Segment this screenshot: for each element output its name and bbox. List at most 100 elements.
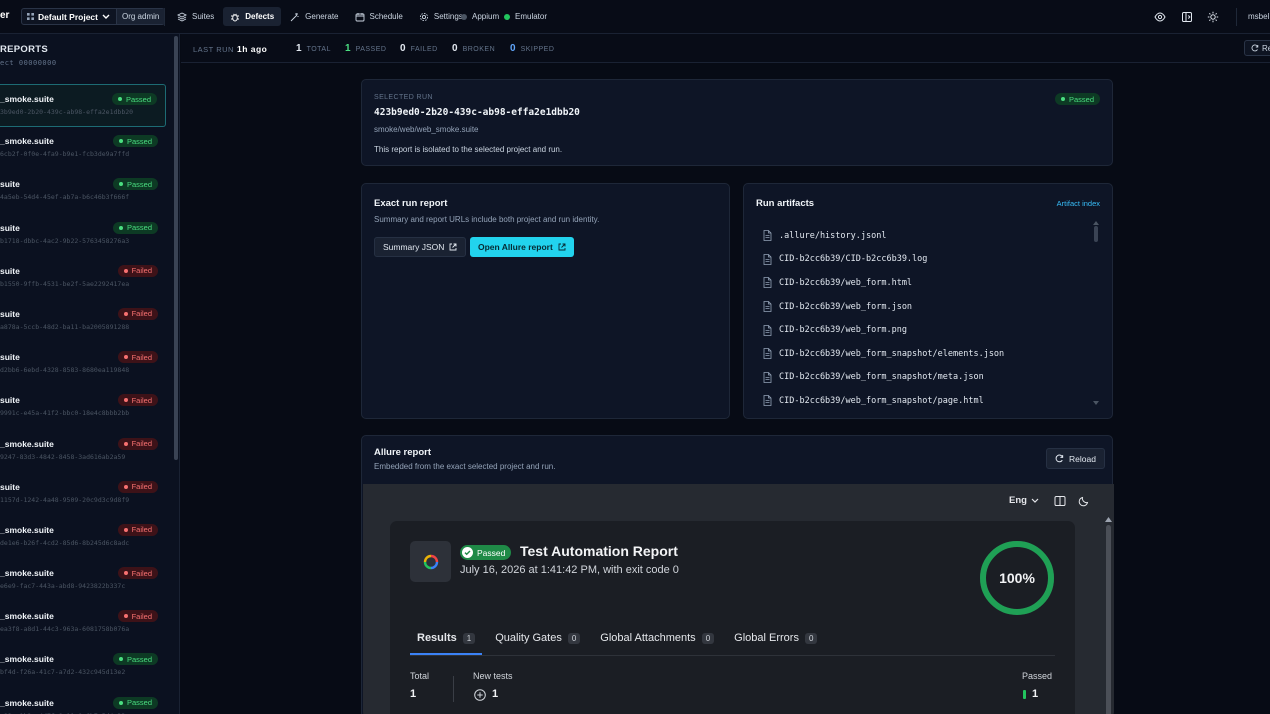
reports-sidebar: REPORTS ect 00000000 _smoke.suite 3b9ed0-… [0, 34, 180, 714]
run-id: ea3f8-a8d1-44c3-963a-6081758b076a [0, 625, 130, 634]
run-id: bf4d-f26a-41c7-a7d2-432c945d13e2 [0, 668, 126, 677]
summary-json-button[interactable]: Summary JSON [374, 237, 467, 257]
nav-suites[interactable]: Suites [170, 7, 221, 26]
run-id: 9247-83d3-4842-8458-3ad616ab2a59 [0, 452, 126, 461]
allure-tab-label: Global Errors [734, 632, 799, 644]
scroll-up-icon[interactable] [1105, 517, 1112, 522]
status-dot [118, 139, 123, 144]
nav-schedule[interactable]: Schedule [348, 7, 410, 26]
status-dot [123, 614, 128, 619]
allure-tab[interactable]: Quality Gates 0 [488, 621, 587, 655]
panel-toggle-icon[interactable] [1181, 11, 1193, 23]
file-icon [763, 230, 772, 242]
allure-tab[interactable]: Global Errors 0 [727, 621, 824, 655]
run-status: Failed [131, 482, 152, 492]
sidebar-scrollbar[interactable] [174, 36, 178, 460]
summary-json-label: Summary JSON [383, 242, 445, 252]
nav-generate[interactable]: Generate [283, 7, 345, 26]
status-dot [118, 700, 123, 705]
status-dot [118, 225, 123, 230]
run-status: Failed [131, 525, 152, 535]
allure-summary-card: Passed Test Automation Report July 16, 2… [390, 521, 1075, 714]
status-appium: Appium [461, 12, 499, 21]
run-suite-name: suite [0, 352, 20, 363]
status-dot [118, 182, 123, 187]
artifact-item[interactable]: CID-b2cc6b39/web_form.png [763, 318, 1004, 342]
selected-run-id: 423b9ed0-2b20-439c-ab98-effa2e1dbb20 [374, 107, 580, 118]
run-suite-name: suite [0, 395, 20, 406]
artifacts-scrollbar[interactable] [1094, 226, 1098, 242]
run-status: Failed [131, 352, 152, 362]
total-label: Total [410, 671, 430, 681]
artifact-item[interactable]: CID-b2cc6b39/web_form.json [763, 295, 1004, 319]
artifact-item[interactable]: CID-b2cc6b39/web_form.html [763, 271, 1004, 295]
allure-tab[interactable]: Results 1 [410, 621, 483, 655]
stat-skipped-label: SKIPPED [520, 46, 555, 53]
allure-tab[interactable]: Global Attachments 0 [593, 621, 721, 655]
run-list-item[interactable]: suite 1157d-1242-4a48-9509-20c9d3c9d8f9 Fa… [0, 473, 166, 516]
run-list-item[interactable]: suite 9991c-e45a-41f2-bbc0-18e4c8bbb2bb Fa… [0, 386, 166, 429]
run-status: Failed [131, 439, 152, 448]
run-list-item[interactable]: suite b1550-9ffb-4531-be2f-5ae2292417ea Fa… [0, 257, 166, 300]
moon-icon[interactable] [1078, 495, 1090, 507]
stat-failed-value: 0 [400, 43, 406, 54]
artifact-name: CID-b2cc6b39/web_form_snapshot/page.html [779, 395, 984, 406]
run-list-item[interactable]: _smoke.suite bf4d-f26a-41c7-a7d2-432c945d… [0, 645, 166, 688]
eye-icon[interactable] [1154, 11, 1166, 23]
run-list-item[interactable]: _smoke.suite de1e6-b26f-4cd2-85d6-8b245d6… [0, 516, 166, 559]
nav-suites-label: Suites [192, 12, 215, 21]
allure-title: Allure report [374, 447, 432, 458]
run-list-item[interactable]: _smoke.suite 9247-83d3-4842-8458-3ad616ab… [0, 430, 166, 473]
run-list-item[interactable]: _smoke.suitec83a-1b2e-4d7f-9e11-0a6b7c5d… [0, 689, 166, 714]
allure-tab-label: Global Attachments [600, 632, 696, 644]
run-status-badge: Failed [117, 351, 158, 364]
allure-report-card: Allure report Embedded from the exact se… [361, 435, 1114, 714]
artifact-index-link[interactable]: Artifact index [1057, 199, 1100, 208]
artifact-item[interactable]: CID-b2cc6b39/CID-b2cc6b39.log [763, 248, 1004, 272]
run-list-item[interactable]: _smoke.suite e6e9-fac7-443a-abd8-9423822b… [0, 559, 166, 602]
artifact-item[interactable]: CID-b2cc6b39/web_form_snapshot/page.html [763, 389, 1004, 413]
language-select[interactable]: Eng [1009, 495, 1039, 506]
run-status: Passed [125, 94, 151, 104]
sun-icon[interactable] [1207, 11, 1219, 23]
run-list-item[interactable]: suite d2bb6-6ebd-4328-8583-8680ea119848 Fa… [0, 343, 166, 386]
artifact-name: CID-b2cc6b39/web_form.html [779, 277, 913, 288]
project-switcher[interactable]: Default Project Org admin [21, 8, 166, 25]
scroll-down-icon[interactable] [1093, 401, 1099, 405]
allure-tab-count: 0 [567, 632, 581, 644]
run-list-item[interactable]: _smoke.suite ea3f8-a8d1-44c3-963a-6081758… [0, 602, 166, 645]
reload-button[interactable]: Reload [1046, 448, 1105, 469]
run-list-item[interactable]: _smoke.suite 6cb2f-0f0e-4fa9-b9e1-fcb3de9… [0, 127, 166, 170]
run-stats-bar: LAST RUN 1h ago 1 TOTAL 1 PASSED 0 FAILED 0B… [181, 34, 1270, 63]
run-id: e6e9-fac7-443a-abd8-9423822b337c [0, 582, 126, 591]
run-list-item[interactable]: suite a878a-5ccb-48d2-ba11-ba2005891288 Fa… [0, 300, 166, 343]
allure-report-title: Test Automation Report [520, 543, 678, 559]
run-list-item[interactable]: _smoke.suite 3b9ed0-2b20-439c-ab98-effa2e… [0, 84, 166, 128]
artifact-item[interactable]: CID-b2cc6b39/web_form_snapshot/elements.… [763, 342, 1004, 366]
run-suite-name: _smoke.suite [0, 697, 54, 708]
status-dot [123, 441, 128, 446]
passed-bar-mark [1023, 690, 1026, 699]
allure-scrollbar[interactable] [1106, 525, 1111, 714]
selected-run-status-badge: Passed [1054, 93, 1100, 105]
layout-columns-icon[interactable] [1054, 495, 1066, 507]
project-select[interactable]: Default Project [22, 9, 116, 24]
run-list-item[interactable]: suite 4a5eb-54d4-45ef-ab7a-b6c46b3f666f Pa… [0, 170, 166, 213]
selected-run-path: smoke/web/web_smoke.suite [374, 125, 479, 134]
selected-run-note: This report is isolated to the selected … [374, 145, 563, 154]
run-id: b1718-dbbc-4ac2-9b22-5763458276a3 [0, 236, 130, 245]
run-list-item[interactable]: suite b1718-dbbc-4ac2-9b22-5763458276a3 Pa… [0, 214, 166, 257]
allure-logo [410, 541, 451, 582]
scroll-up-icon[interactable] [1093, 221, 1099, 225]
run-status-badge: Passed [112, 178, 158, 191]
run-status-badge: Failed [117, 523, 158, 536]
artifact-item[interactable]: .allure/history.jsonl [763, 224, 1004, 248]
nav-defects[interactable]: Defects [223, 7, 282, 26]
open-allure-report-button[interactable]: Open Allure report [470, 237, 574, 257]
file-icon [763, 324, 772, 336]
run-artifacts-card: Run artifacts Artifact index .allure/his… [743, 183, 1113, 419]
run-list: _smoke.suite 3b9ed0-2b20-439c-ab98-effa2e… [0, 84, 166, 714]
user-name[interactable]: msbel [1248, 12, 1269, 21]
refresh-button[interactable]: Ref [1244, 40, 1270, 56]
artifact-item[interactable]: CID-b2cc6b39/web_form_snapshot/meta.json [763, 366, 1004, 390]
